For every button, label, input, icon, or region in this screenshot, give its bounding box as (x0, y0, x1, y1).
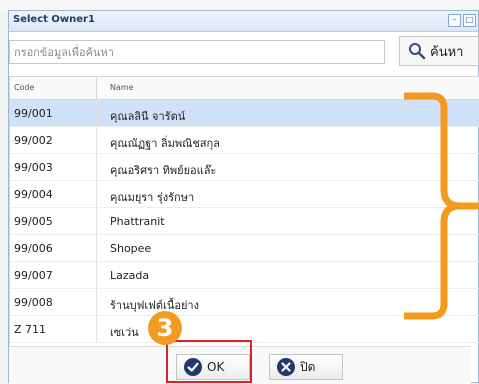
cell-code: 99/003 (10, 154, 97, 180)
step-badge: 3 (148, 311, 182, 345)
cell-code: 99/002 (10, 127, 97, 153)
bracket-annotation-icon (404, 92, 479, 320)
search-row: ค้นหา (9, 36, 479, 66)
cell-code: 99/007 (10, 262, 97, 288)
dialog-title: Select Owner1 (13, 14, 95, 25)
cell-code: 99/004 (10, 181, 97, 207)
close-button-label: ปิด (300, 359, 316, 374)
ok-highlight-box (166, 340, 252, 383)
cell-code: 99/005 (10, 208, 97, 234)
cell-code: 99/001 (10, 100, 97, 126)
search-input[interactable] (9, 40, 385, 64)
close-button[interactable]: ปิด (269, 354, 343, 380)
cell-code: 99/008 (10, 289, 97, 315)
search-button-label: ค้นหา (430, 44, 464, 60)
cell-code: Z 711 (10, 316, 97, 342)
close-circle-icon (277, 358, 295, 376)
cell-code: 99/006 (10, 235, 97, 261)
dialog-titlebar[interactable]: Select Owner1 – □ (9, 11, 478, 32)
search-button[interactable]: ค้นหา (399, 36, 479, 66)
maximize-icon[interactable]: □ (463, 14, 476, 27)
window-controls: – □ (448, 14, 476, 27)
background-left (0, 10, 8, 383)
column-header-code[interactable]: Code (10, 77, 97, 99)
search-icon (409, 43, 426, 60)
minimize-icon[interactable]: – (448, 14, 461, 27)
background-strip (0, 0, 479, 10)
